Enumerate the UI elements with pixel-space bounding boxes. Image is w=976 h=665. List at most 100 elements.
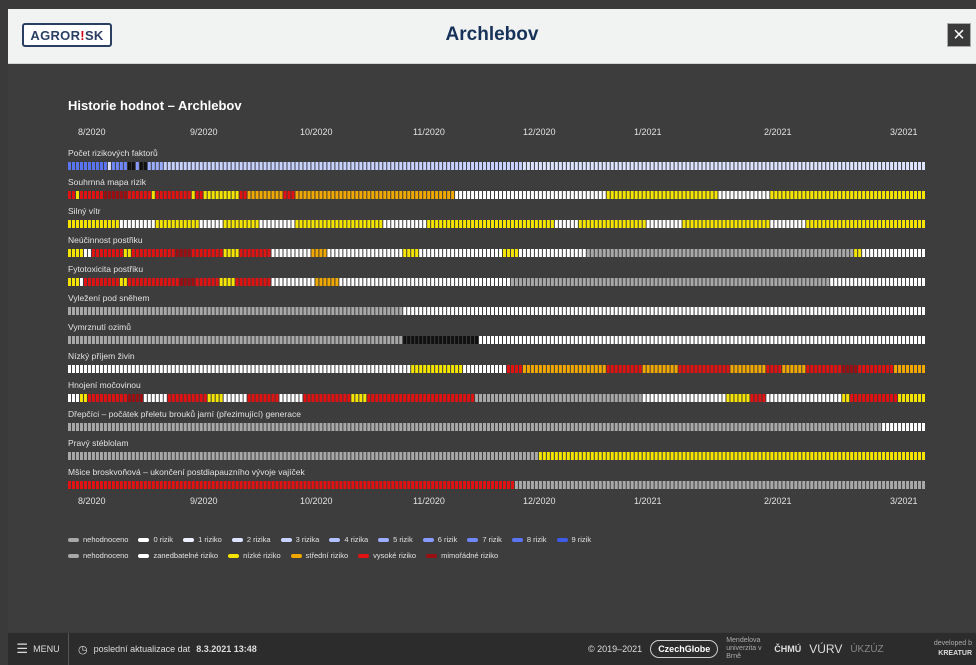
- day-cell[interactable]: [279, 394, 283, 402]
- day-cell[interactable]: [842, 278, 846, 286]
- day-cell[interactable]: [606, 423, 610, 431]
- day-cell[interactable]: [786, 365, 790, 373]
- day-cell[interactable]: [159, 307, 163, 315]
- day-cell[interactable]: [107, 162, 111, 170]
- day-cell[interactable]: [774, 481, 778, 489]
- day-cell[interactable]: [91, 336, 95, 344]
- day-cell[interactable]: [219, 191, 223, 199]
- day-cell[interactable]: [658, 423, 662, 431]
- day-cell[interactable]: [614, 423, 618, 431]
- day-cell[interactable]: [475, 249, 479, 257]
- day-cell[interactable]: [87, 220, 91, 228]
- day-cell[interactable]: [554, 365, 558, 373]
- day-cell[interactable]: [203, 452, 207, 460]
- day-cell[interactable]: [411, 278, 415, 286]
- day-cell[interactable]: [379, 249, 383, 257]
- day-cell[interactable]: [914, 249, 918, 257]
- day-cell[interactable]: [359, 249, 363, 257]
- day-cell[interactable]: [710, 191, 714, 199]
- day-cell[interactable]: [806, 220, 810, 228]
- day-cell[interactable]: [271, 191, 275, 199]
- day-cell[interactable]: [107, 249, 111, 257]
- day-cell[interactable]: [746, 336, 750, 344]
- day-cell[interactable]: [263, 191, 267, 199]
- day-cell[interactable]: [814, 220, 818, 228]
- day-cell[interactable]: [518, 481, 522, 489]
- day-cell[interactable]: [906, 278, 910, 286]
- day-cell[interactable]: [830, 191, 834, 199]
- day-cell[interactable]: [467, 162, 471, 170]
- day-cell[interactable]: [622, 452, 626, 460]
- day-cell[interactable]: [499, 278, 502, 286]
- day-cell[interactable]: [846, 365, 850, 373]
- day-cell[interactable]: [770, 249, 774, 257]
- day-cell[interactable]: [518, 220, 522, 228]
- day-cell[interactable]: [247, 365, 251, 373]
- day-cell[interactable]: [822, 162, 826, 170]
- day-cell[interactable]: [814, 307, 818, 315]
- day-cell[interactable]: [135, 162, 139, 170]
- day-cell[interactable]: [914, 220, 918, 228]
- day-cell[interactable]: [630, 452, 634, 460]
- day-cell[interactable]: [499, 452, 502, 460]
- day-cell[interactable]: [283, 249, 287, 257]
- day-cell[interactable]: [866, 365, 870, 373]
- day-cell[interactable]: [598, 278, 602, 286]
- day-cell[interactable]: [546, 481, 550, 489]
- day-cell[interactable]: [546, 191, 550, 199]
- day-cell[interactable]: [622, 423, 626, 431]
- day-cell[interactable]: [191, 220, 195, 228]
- day-cell[interactable]: [622, 481, 626, 489]
- day-cell[interactable]: [95, 249, 99, 257]
- day-cell[interactable]: [838, 307, 842, 315]
- day-cell[interactable]: [239, 365, 243, 373]
- day-cell[interactable]: [71, 220, 75, 228]
- day-cell[interactable]: [167, 307, 171, 315]
- day-cell[interactable]: [159, 365, 163, 373]
- day-cell[interactable]: [211, 191, 215, 199]
- day-cell[interactable]: [155, 423, 159, 431]
- day-cell[interactable]: [467, 365, 471, 373]
- day-cell[interactable]: [514, 162, 518, 170]
- day-cell[interactable]: [331, 365, 335, 373]
- day-cell[interactable]: [495, 162, 498, 170]
- day-cell[interactable]: [255, 336, 259, 344]
- partner-czechglobe[interactable]: CzechGlobe: [650, 640, 719, 658]
- day-cell[interactable]: [914, 423, 918, 431]
- day-cell[interactable]: [311, 307, 315, 315]
- day-cell[interactable]: [882, 307, 886, 315]
- day-cell[interactable]: [502, 249, 506, 257]
- day-cell[interactable]: [479, 336, 483, 344]
- day-cell[interactable]: [87, 278, 91, 286]
- day-cell[interactable]: [778, 394, 782, 402]
- day-cell[interactable]: [694, 452, 698, 460]
- day-cell[interactable]: [578, 481, 582, 489]
- day-cell[interactable]: [618, 278, 622, 286]
- day-cell[interactable]: [882, 336, 886, 344]
- day-cell[interactable]: [538, 365, 542, 373]
- day-cell[interactable]: [554, 336, 558, 344]
- day-cell[interactable]: [626, 278, 630, 286]
- day-cell[interactable]: [139, 307, 143, 315]
- day-cell[interactable]: [223, 249, 227, 257]
- day-cell[interactable]: [874, 191, 878, 199]
- day-cell[interactable]: [794, 220, 798, 228]
- day-cell[interactable]: [79, 336, 83, 344]
- day-cell[interactable]: [706, 249, 710, 257]
- day-cell[interactable]: [183, 249, 187, 257]
- day-cell[interactable]: [774, 162, 778, 170]
- day-cell[interactable]: [806, 278, 810, 286]
- day-cell[interactable]: [594, 162, 598, 170]
- day-cell[interactable]: [854, 162, 858, 170]
- day-cell[interactable]: [718, 336, 722, 344]
- day-cell[interactable]: [670, 162, 674, 170]
- day-cell[interactable]: [914, 162, 918, 170]
- day-cell[interactable]: [483, 394, 487, 402]
- day-cell[interactable]: [323, 452, 327, 460]
- day-cell[interactable]: [614, 394, 618, 402]
- day-cell[interactable]: [371, 307, 375, 315]
- day-cell[interactable]: [195, 481, 199, 489]
- day-cell[interactable]: [243, 365, 247, 373]
- day-cell[interactable]: [427, 220, 431, 228]
- day-cell[interactable]: [343, 394, 347, 402]
